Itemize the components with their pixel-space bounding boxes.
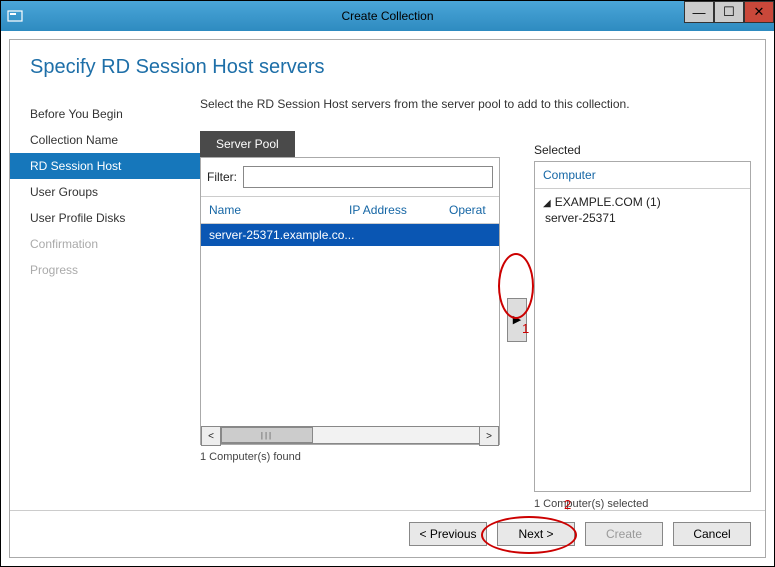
selected-item[interactable]: server-25371 [543, 211, 742, 225]
selected-panel: Computer ◢EXAMPLE.COM (1) server-25371 [534, 161, 751, 492]
scroll-thumb[interactable]: ||| [221, 427, 313, 443]
filter-input[interactable] [243, 166, 493, 188]
steps-sidebar: Before You Begin Collection Name RD Sess… [10, 97, 200, 510]
annotation-circle-1 [498, 253, 534, 319]
button-bar: < Previous Next > Create Cancel 2 [10, 510, 765, 557]
step-collection-name[interactable]: Collection Name [10, 127, 200, 153]
collapse-icon[interactable]: ◢ [543, 198, 551, 209]
wizard-body: Specify RD Session Host servers Before Y… [9, 39, 766, 558]
pool-rows: server-25371.example.co... [201, 224, 499, 426]
close-button[interactable]: ✕ [744, 1, 774, 23]
tab-server-pool[interactable]: Server Pool [200, 131, 295, 157]
scroll-track[interactable]: ||| [221, 426, 479, 444]
title-bar: Create Collection — ☐ ✕ [1, 1, 774, 31]
cancel-button[interactable]: Cancel [673, 522, 751, 546]
step-user-groups[interactable]: User Groups [10, 179, 200, 205]
selected-label: Selected [534, 129, 751, 161]
app-icon [7, 8, 23, 24]
selected-group[interactable]: ◢EXAMPLE.COM (1) [543, 195, 742, 209]
annotation-circle-2 [481, 516, 577, 554]
step-rd-session-host[interactable]: RD Session Host [10, 153, 200, 179]
step-confirmation: Confirmation [10, 231, 200, 257]
minimize-button[interactable]: — [684, 1, 714, 23]
instruction-text: Select the RD Session Host servers from … [200, 97, 751, 111]
server-pool-panel: Filter: Name IP Address Operat server-25… [200, 157, 500, 445]
col-os[interactable]: Operat [449, 203, 486, 217]
scroll-left-button[interactable]: < [201, 426, 221, 446]
annotation-label-2: 2 [564, 497, 571, 512]
step-before-you-begin[interactable]: Before You Begin [10, 101, 200, 127]
previous-button[interactable]: < Previous [409, 522, 487, 546]
wizard-window: Create Collection — ☐ ✕ Specify RD Sessi… [0, 0, 775, 567]
maximize-button[interactable]: ☐ [714, 1, 744, 23]
page-title: Specify RD Session Host servers [30, 56, 765, 79]
step-user-profile-disks[interactable]: User Profile Disks [10, 205, 200, 231]
step-progress: Progress [10, 257, 200, 283]
horizontal-scrollbar[interactable]: < ||| > [201, 426, 499, 444]
col-name[interactable]: Name [209, 203, 349, 217]
scroll-right-button[interactable]: > [479, 426, 499, 446]
annotation-label-1: 1 [522, 321, 529, 336]
filter-label: Filter: [207, 170, 237, 184]
computers-found: 1 Computer(s) found [200, 451, 500, 463]
transfer-column: ▶ 1 [500, 129, 534, 510]
pool-row[interactable]: server-25371.example.co... [201, 224, 499, 246]
selected-header[interactable]: Computer [535, 162, 750, 189]
create-button: Create [585, 522, 663, 546]
window-title: Create Collection [1, 9, 774, 23]
col-ip[interactable]: IP Address [349, 203, 449, 217]
pool-column-headers: Name IP Address Operat [201, 197, 499, 224]
